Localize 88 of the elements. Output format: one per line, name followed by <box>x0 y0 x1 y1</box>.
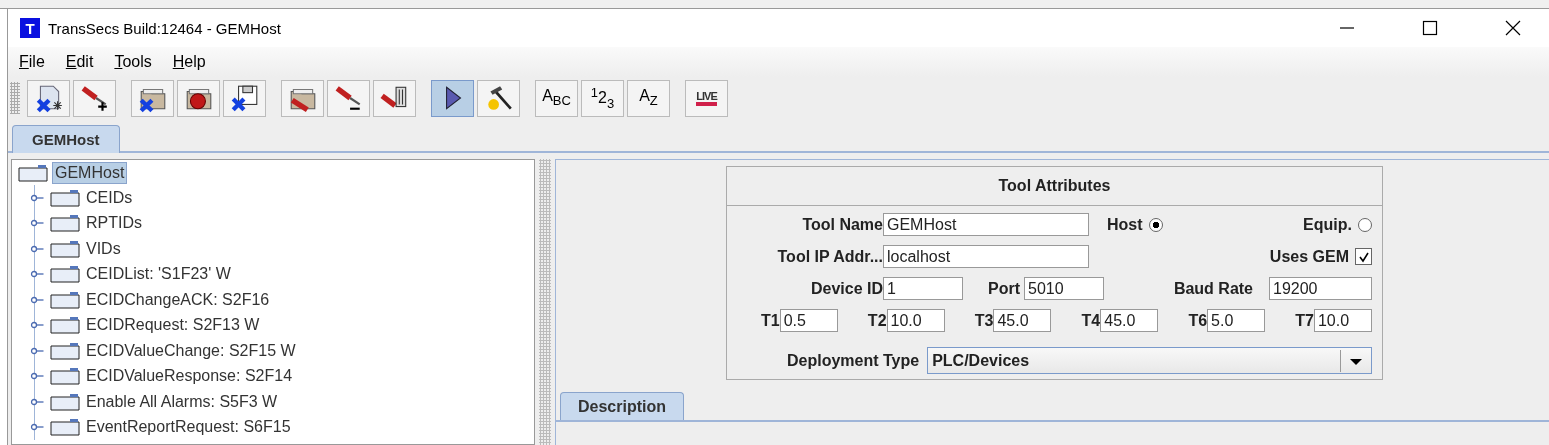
field-label: T4 <box>1081 311 1101 330</box>
timer-field[interactable]: 0.5 <box>779 309 838 332</box>
close-icon[interactable] <box>1505 20 1521 36</box>
format-button[interactable]: A$_{Z}$ <box>627 79 670 117</box>
folder-icon <box>50 341 80 360</box>
port-field[interactable]: 5010 <box>1024 277 1104 300</box>
folder-icon <box>50 367 80 386</box>
ip-address-field[interactable]: localhost <box>883 245 1089 268</box>
toolbar-button[interactable] <box>477 79 520 117</box>
toolbar-button[interactable] <box>27 79 70 117</box>
field-label: Equip. <box>1303 215 1352 234</box>
tool-name-field[interactable]: GEMHost <box>883 213 1089 236</box>
description-tab[interactable]: Description <box>560 392 684 420</box>
menu-item[interactable]: Tools <box>113 53 153 71</box>
field-label: T3 <box>974 311 994 330</box>
tree-item[interactable]: GEMHost <box>52 161 128 184</box>
field-label: T2 <box>867 311 887 330</box>
maximize-icon[interactable] <box>1422 20 1438 36</box>
field-label: Uses GEM <box>1269 247 1349 266</box>
tree-item[interactable]: ECIDValueResponse: S2F14 <box>84 366 295 387</box>
tree-item[interactable]: ECIDRequest: S2F13 W <box>84 315 262 336</box>
toolbar-button[interactable] <box>373 79 416 117</box>
document-tab[interactable]: GEMHost <box>12 125 120 153</box>
timer-field[interactable]: 5.0 <box>1207 309 1266 332</box>
tree-item[interactable]: Enable All Alarms: S5F3 W <box>84 391 280 412</box>
radio-button[interactable] <box>1148 217 1163 232</box>
tree-item[interactable]: CEIDs <box>84 187 135 208</box>
floppy-disk-icon <box>229 83 260 113</box>
field-label: Device ID <box>809 279 883 298</box>
tree-item[interactable]: EventReportRequest: S6F15 <box>84 417 293 438</box>
radio-button[interactable] <box>1358 217 1372 232</box>
field-label: Deployment Type <box>787 351 920 370</box>
folder-icon <box>50 290 80 309</box>
window-title: TransSecs Build:12464 - GEMHost <box>48 19 281 37</box>
baud-rate-field[interactable]: 19200 <box>1269 277 1372 300</box>
tree-item[interactable]: VIDs <box>84 238 123 259</box>
field-label: T1 <box>761 311 780 330</box>
toolbar-button[interactable] <box>73 79 116 117</box>
field-label: Baud Rate <box>1173 279 1253 298</box>
toolbar-button[interactable] <box>131 79 174 117</box>
expand-handle-icon[interactable] <box>30 244 44 253</box>
expand-handle-icon[interactable] <box>30 193 44 202</box>
field-label: Host <box>1107 215 1143 234</box>
expand-handle-icon[interactable] <box>30 321 44 330</box>
format-button[interactable]: $^{1}$2$_{3}$ <box>581 79 624 117</box>
menu-item[interactable]: Help <box>171 53 207 71</box>
folder-icon <box>18 163 48 182</box>
panel-title: Tool Attributes <box>998 177 1111 195</box>
expand-handle-icon[interactable] <box>30 397 44 406</box>
tree-item[interactable]: RPTIDs <box>84 213 144 234</box>
menu-item[interactable]: Edit <box>64 53 95 71</box>
field-label: T7 <box>1295 311 1314 330</box>
field-label: T6 <box>1188 311 1208 330</box>
timer-field[interactable]: 45.0 <box>993 309 1052 332</box>
folder-icon <box>50 418 80 437</box>
app-icon: T <box>20 18 40 38</box>
toolbar-grip[interactable] <box>10 82 20 114</box>
folder-icon <box>50 188 80 207</box>
field-label: Port <box>988 279 1020 298</box>
toolbar-button[interactable] <box>177 79 220 117</box>
expand-handle-icon[interactable] <box>30 270 44 279</box>
folder-icon <box>50 214 80 233</box>
toolbar-button[interactable] <box>431 79 474 117</box>
folder-icon <box>50 316 80 335</box>
folder-icon <box>50 239 80 258</box>
deployment-type-dropdown[interactable]: PLC/Devices <box>927 347 1372 374</box>
folder-icon <box>50 392 80 411</box>
timer-field[interactable]: 10.0 <box>1313 309 1372 332</box>
expand-handle-icon[interactable] <box>30 372 44 381</box>
device-id-field[interactable]: 1 <box>883 277 963 300</box>
folder-icon <box>50 265 80 284</box>
expand-handle-icon[interactable] <box>30 423 44 432</box>
expand-handle-icon[interactable] <box>30 346 44 355</box>
checkbox[interactable] <box>1355 248 1372 265</box>
timer-field[interactable]: 45.0 <box>1100 309 1159 332</box>
toolbar-button[interactable] <box>223 79 266 117</box>
tree-item[interactable]: ECIDValueChange: S2F15 W <box>84 340 298 361</box>
splitter-handle[interactable] <box>539 159 551 445</box>
field-label: Tool IP Addr... <box>776 247 883 266</box>
toolbar-button[interactable] <box>327 79 370 117</box>
expand-handle-icon[interactable] <box>30 295 44 304</box>
timer-field[interactable]: 10.0 <box>886 309 945 332</box>
tree-item[interactable]: ECIDChangeACK: S2F16 <box>84 289 272 310</box>
live-button[interactable]: LIVE <box>685 79 728 117</box>
tree-item[interactable]: CEIDList: 'S1F23' W <box>84 264 233 285</box>
expand-handle-icon[interactable] <box>30 219 44 228</box>
menu-item[interactable]: File <box>18 53 46 71</box>
field-label: Tool Name <box>801 215 883 234</box>
